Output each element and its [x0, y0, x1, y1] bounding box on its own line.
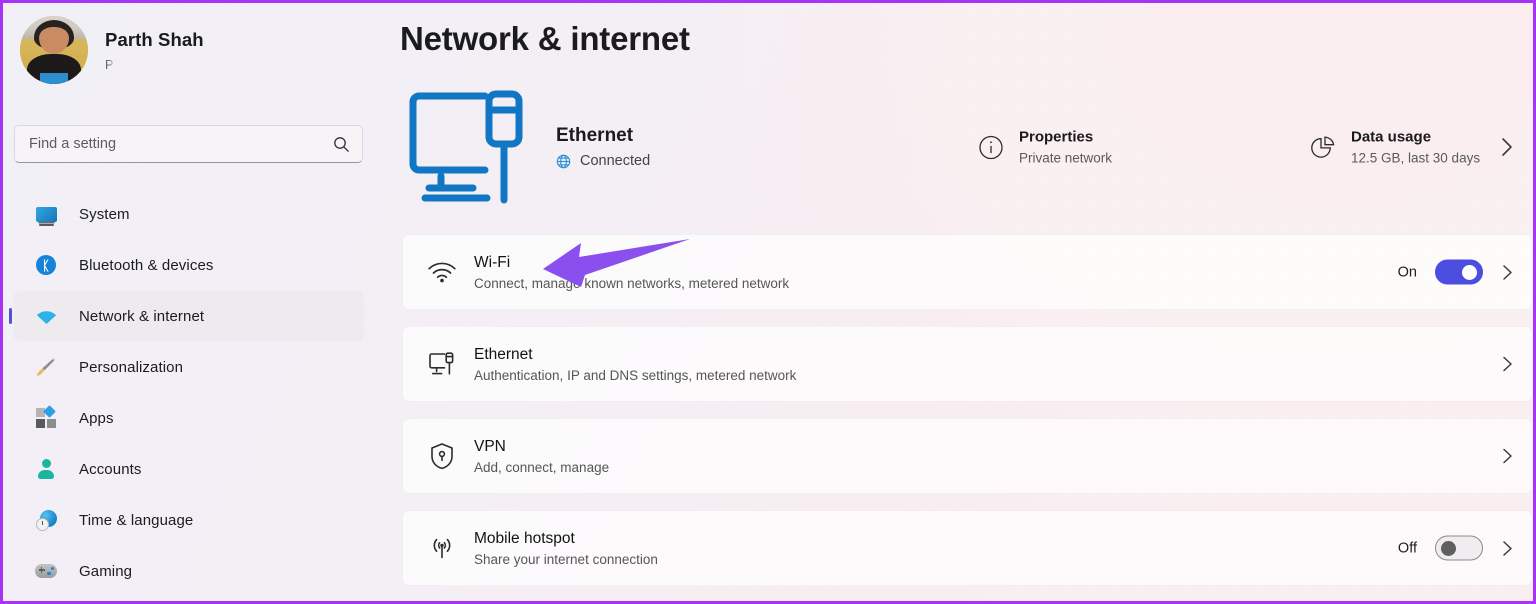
vpn-shield-icon — [424, 442, 460, 470]
sidebar-item-gaming[interactable]: Gaming — [14, 546, 364, 596]
wifi-toggle[interactable] — [1435, 259, 1483, 285]
gamepad-icon — [35, 560, 57, 582]
system-icon — [35, 203, 57, 226]
profile-name: Parth Shah — [105, 28, 204, 50]
page-title: Network & internet — [400, 20, 690, 57]
sidebar-item-label: Bluetooth & devices — [79, 256, 214, 274]
hotspot-toggle-label: Off — [1397, 540, 1417, 556]
chevron-right-icon[interactable] — [1501, 354, 1514, 374]
search-icon[interactable] — [333, 136, 350, 153]
sidebar-item-label: System — [79, 205, 130, 223]
sidebar-item-label: Accounts — [79, 460, 142, 478]
hero-text: Ethernet Connected — [556, 125, 650, 169]
card-title: Mobile hotspot — [474, 529, 575, 547]
pie-chart-icon — [1308, 133, 1336, 161]
card-wifi[interactable]: Wi-Fi Connect, manage known networks, me… — [402, 234, 1533, 310]
wifi-icon — [424, 261, 460, 283]
chevron-right-icon[interactable] — [1501, 538, 1514, 558]
account-icon — [35, 458, 57, 480]
card-title: VPN — [474, 437, 506, 455]
wifi-toggle-label: On — [1397, 264, 1417, 280]
sidebar-item-network-internet[interactable]: Network & internet — [14, 291, 364, 341]
sidebar-item-label: Network & internet — [79, 307, 205, 325]
card-subtitle: Authentication, IP and DNS settings, met… — [474, 367, 797, 383]
bluetooth-icon: ᛕ — [35, 254, 57, 276]
sidebar-item-label: Apps — [79, 409, 114, 427]
sidebar-item-personalization[interactable]: Personalization — [14, 342, 364, 392]
clock-globe-icon — [35, 509, 57, 531]
settings-card-list: Wi-Fi Connect, manage known networks, me… — [402, 234, 1533, 601]
card-title: Wi-Fi — [474, 253, 511, 271]
ethernet-monitor-icon — [398, 88, 538, 206]
sidebar-item-time-language[interactable]: Time & language — [14, 495, 364, 545]
card-vpn[interactable]: VPN Add, connect, manage — [402, 418, 1533, 494]
search-input[interactable] — [29, 136, 333, 152]
hero-network-status: Connected — [556, 153, 650, 169]
chevron-right-icon[interactable] — [1501, 446, 1514, 466]
main-content: Network & internet Ethernet Connected Pr… — [378, 3, 1533, 601]
sidebar-item-partially-visible[interactable] — [14, 597, 364, 601]
sidebar: Parth Shah P System ᛕ — [3, 3, 378, 601]
user-profile[interactable]: Parth Shah P — [20, 16, 225, 84]
card-ethernet[interactable]: Ethernet Authentication, IP and DNS sett… — [402, 326, 1533, 402]
hero-action-properties[interactable]: Properties Private network — [978, 129, 1112, 166]
sidebar-item-system[interactable]: System — [14, 189, 364, 239]
card-subtitle: Add, connect, manage — [474, 459, 610, 475]
hero-network-name: Ethernet — [556, 125, 634, 146]
sidebar-item-bluetooth-devices[interactable]: ᛕ Bluetooth & devices — [14, 240, 364, 290]
network-status-hero: Ethernet Connected Properties Private ne… — [378, 79, 1533, 215]
wifi-icon — [35, 305, 57, 327]
hero-action-subtitle: 12.5 GB, last 30 days — [1351, 150, 1481, 166]
card-title: Ethernet — [474, 345, 533, 363]
paintbrush-icon — [35, 356, 57, 378]
hotspot-toggle[interactable] — [1435, 535, 1483, 561]
settings-window: Parth Shah P System ᛕ — [0, 0, 1536, 604]
globe-icon — [556, 154, 571, 169]
hotspot-icon — [424, 535, 460, 561]
sidebar-item-label: Gaming — [79, 562, 133, 580]
hero-action-subtitle: Private network — [1019, 150, 1113, 166]
sidebar-item-label: Time & language — [79, 511, 194, 529]
avatar — [20, 16, 88, 84]
sidebar-item-accounts[interactable]: Accounts — [14, 444, 364, 494]
hero-action-title: Properties — [1019, 128, 1094, 146]
hero-status-label: Connected — [580, 153, 651, 169]
chevron-right-icon[interactable] — [1500, 135, 1515, 159]
sidebar-item-apps[interactable]: Apps — [14, 393, 364, 443]
sidebar-nav: System ᛕ Bluetooth & devices Network & i… — [3, 189, 378, 601]
hero-action-title: Data usage — [1351, 128, 1432, 146]
hero-action-data-usage[interactable]: Data usage 12.5 GB, last 30 days — [1308, 129, 1480, 166]
sidebar-item-label: Personalization — [79, 358, 184, 376]
apps-icon — [35, 404, 57, 429]
profile-email: P — [105, 58, 225, 72]
info-icon — [978, 134, 1004, 160]
card-mobile-hotspot[interactable]: Mobile hotspot Share your internet conne… — [402, 510, 1533, 586]
ethernet-icon — [424, 351, 460, 377]
chevron-right-icon[interactable] — [1501, 262, 1514, 282]
search-box[interactable] — [14, 125, 363, 163]
card-subtitle: Connect, manage known networks, metered … — [474, 275, 790, 291]
card-subtitle: Share your internet connection — [474, 551, 658, 567]
